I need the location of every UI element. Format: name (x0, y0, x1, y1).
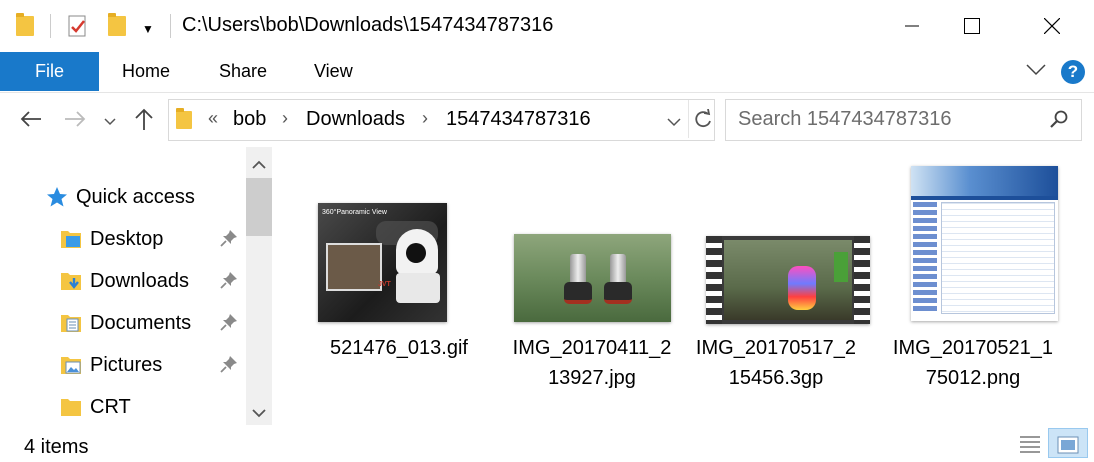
breadcrumb-current-folder[interactable]: 1547434787316 (446, 108, 591, 131)
file-thumbnail-gif[interactable]: 360°Panoramic View JVT (318, 203, 447, 322)
nav-item-documents[interactable]: Documents (60, 303, 191, 343)
scroll-down-chevron-icon[interactable] (252, 405, 266, 423)
file-name-line: IMG_20170411_2 (512, 337, 672, 359)
status-bar (0, 428, 1094, 456)
nav-item-crt[interactable]: CRT (60, 387, 131, 427)
pin-icon[interactable] (220, 355, 238, 378)
maximize-button[interactable] (942, 0, 1002, 52)
file-name-line: 521476_013.gif (330, 337, 468, 359)
desktop-folder-icon (60, 228, 81, 250)
scroll-up-chevron-icon[interactable] (252, 157, 266, 175)
tab-home[interactable]: Home (122, 52, 170, 91)
file-thumbnail-jpg[interactable] (514, 234, 671, 322)
nav-item-pictures[interactable]: Pictures (60, 345, 162, 385)
toolbar-divider (170, 14, 171, 38)
customize-toolbar-chevron-icon[interactable]: ▼ (142, 22, 154, 36)
tab-share[interactable]: Share (219, 52, 267, 91)
nav-quick-access[interactable]: Quick access (46, 177, 195, 217)
forward-arrow-icon[interactable] (64, 110, 86, 133)
thumbnail-brand: JVT (378, 281, 391, 288)
up-arrow-icon[interactable] (134, 107, 154, 136)
thumbnail-title: 360°Panoramic View (322, 209, 387, 216)
properties-icon[interactable] (66, 14, 88, 38)
pin-icon[interactable] (220, 229, 238, 252)
file-name-line: 13927.jpg (548, 367, 636, 389)
nav-label: Documents (90, 311, 192, 334)
details-view-icon[interactable] (1018, 434, 1042, 456)
pin-icon[interactable] (220, 313, 238, 336)
file-thumbnail-video[interactable] (706, 236, 870, 324)
breadcrumb-downloads[interactable]: Downloads (306, 108, 405, 131)
file-name[interactable]: IMG_20170517_2 15456.3gp (691, 333, 861, 393)
pin-icon[interactable] (220, 271, 238, 294)
downloads-folder-icon (60, 270, 81, 292)
divider (688, 100, 689, 138)
file-name-line: IMG_20170521_1 (892, 337, 1054, 359)
file-thumbnail-png[interactable] (911, 166, 1058, 321)
expand-ribbon-chevron-icon[interactable] (1026, 62, 1046, 81)
toolbar-divider (50, 14, 51, 38)
nav-item-desktop[interactable]: Desktop (60, 219, 163, 259)
refresh-icon[interactable] (693, 108, 713, 136)
minimize-button[interactable] (882, 0, 942, 52)
recent-locations-chevron-icon[interactable] (104, 114, 116, 132)
nav-item-downloads[interactable]: Downloads (60, 261, 189, 301)
breadcrumb-separator-icon[interactable]: › (282, 108, 288, 129)
scrollbar-thumb[interactable] (246, 178, 272, 236)
nav-label: Quick access (76, 185, 195, 208)
new-folder-icon[interactable] (108, 13, 126, 36)
nav-label: CRT (90, 395, 131, 418)
search-input[interactable]: Search 1547434787316 (738, 108, 952, 131)
help-button[interactable]: ? (1061, 60, 1085, 84)
nav-label: Desktop (90, 227, 164, 250)
nav-label: Downloads (90, 269, 189, 292)
file-name[interactable]: 521476_013.gif (314, 333, 484, 363)
folder-icon (60, 396, 81, 418)
folder-icon (16, 13, 34, 36)
documents-folder-icon (60, 312, 81, 334)
breadcrumb-overflow[interactable]: « (208, 108, 218, 129)
back-arrow-icon[interactable] (20, 110, 42, 133)
search-icon[interactable] (1049, 110, 1069, 135)
folder-icon (176, 108, 192, 129)
breadcrumb-separator-icon[interactable]: › (422, 108, 428, 129)
file-name-line: 75012.png (925, 367, 1021, 389)
file-name[interactable]: IMG_20170411_2 13927.jpg (507, 333, 677, 393)
file-name-line: 15456.3gp (728, 367, 824, 389)
breadcrumb-bob[interactable]: bob (233, 108, 266, 131)
tab-view[interactable]: View (314, 52, 353, 91)
file-name[interactable]: IMG_20170521_1 75012.png (888, 333, 1058, 393)
tab-file[interactable]: File (0, 52, 99, 91)
address-history-chevron-icon[interactable] (667, 114, 681, 132)
nav-label: Pictures (90, 353, 163, 376)
large-icons-view-button[interactable] (1048, 428, 1088, 458)
star-icon (46, 186, 67, 208)
file-name-line: IMG_20170517_2 (695, 337, 857, 359)
close-button[interactable] (1022, 0, 1082, 52)
pictures-folder-icon (60, 354, 81, 376)
window-title: C:\Users\bob\Downloads\1547434787316 (182, 14, 554, 36)
